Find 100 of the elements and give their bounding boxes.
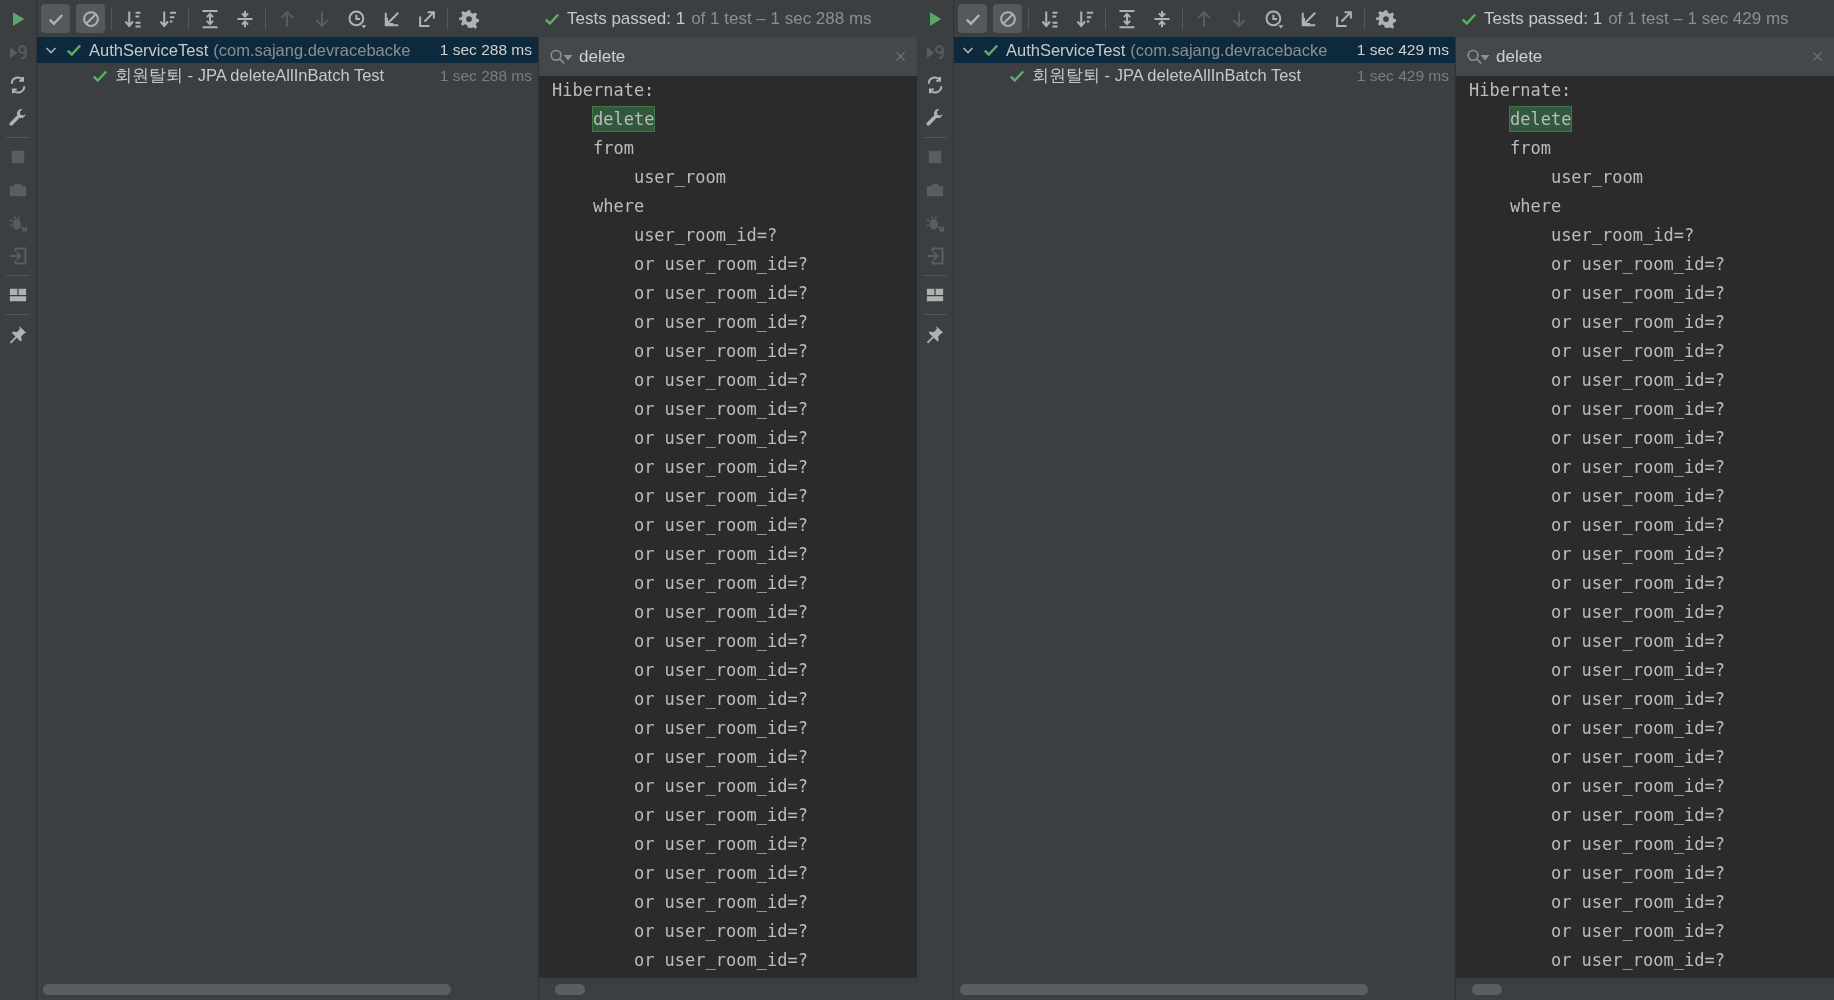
console-line: or user_room_id=? [633,747,808,767]
console-line: or user_room_id=? [633,950,808,970]
clock-icon [346,8,367,29]
console-line: or user_room_id=? [633,863,808,883]
console-line: where [592,196,645,216]
console-line: or user_room_id=? [633,602,808,622]
console-line: from [1509,138,1551,158]
console-line: or user_room_id=? [633,341,808,361]
search-field[interactable]: delete [579,46,888,67]
export-icon [416,8,437,29]
close-icon[interactable] [894,50,907,63]
console-line: or user_room_id=? [633,660,808,680]
status-text: Tests passed: 1 [1484,8,1603,29]
console-line: or user_room_id=? [1550,312,1725,332]
console-line: or user_room_id=? [1550,283,1725,303]
console-line: or user_room_id=? [633,399,808,419]
test-name: 회원탈퇴 - JPA deleteAllInBatch Test [115,65,385,86]
toolbar-button[interactable] [958,4,987,33]
console-line: or user_room_id=? [1550,805,1725,825]
console-line: or user_room_id=? [633,718,808,738]
console-line: user_room [1550,167,1643,187]
settings-icon [458,8,479,29]
console-line: or user_room_id=? [1550,602,1725,622]
pin-icon[interactable] [8,324,28,344]
console-line: or user_room_id=? [1550,921,1725,941]
console-line: or user_room_id=? [1550,341,1725,361]
console-line: or user_room_id=? [633,370,808,390]
console-line: Hibernate: [552,80,655,100]
search-icon[interactable] [549,47,573,66]
refresh-icon[interactable] [925,75,945,95]
wrench-icon[interactable] [8,108,28,128]
console-line: or user_room_id=? [633,776,808,796]
test-name: AuthServiceTest [89,40,209,60]
console-line: or user_room_id=? [1550,544,1725,564]
console-line: user_room_id=? [633,225,778,245]
console-line: from [592,138,634,158]
test-duration: 1 sec 288 ms [439,41,532,59]
test-duration: 1 sec 429 ms [1356,67,1449,85]
console-line: or user_room_id=? [1550,689,1725,709]
export-icon [1333,8,1354,29]
console-line: or user_room_id=? [633,544,808,564]
settings-icon [1375,8,1396,29]
console-line: or user_room_id=? [1550,834,1725,854]
console-line: Hibernate: [1469,80,1572,100]
search-bar[interactable]: delete [1456,37,1834,76]
tree-row[interactable]: 회원탈퇴 - JPA deleteAllInBatch Test 1 sec 288 ms [37,63,538,89]
refresh-icon[interactable] [8,75,28,95]
console-line: or user_room_id=? [1550,660,1725,680]
console-line: or user_room_id=? [1550,892,1725,912]
status-detail: of 1 test – 1 sec 429 ms [1608,8,1789,29]
console-line: or user_room_id=? [1550,863,1725,883]
toolbar-button[interactable] [993,4,1022,33]
console-line: or user_room_id=? [633,428,808,448]
console-line: or user_room_id=? [633,834,808,854]
tree-row[interactable]: AuthServiceTest (com.sajang.devracebacke 1 sec 288 ms [37,37,538,63]
test-name: AuthServiceTest [1006,40,1126,60]
search-icon[interactable] [1466,47,1490,66]
console-line: or user_room_id=? [1550,399,1725,419]
tree-row[interactable]: 회원탈퇴 - JPA deleteAllInBatch Test 1 sec 429 ms [954,63,1455,89]
console-line: where [1509,196,1562,216]
console-line: or user_room_id=? [1550,457,1725,477]
prohibited-icon [80,8,101,29]
console-line: or user_room_id=? [633,921,808,941]
scrollbar[interactable] [43,983,451,995]
test-duration: 1 sec 288 ms [439,67,532,85]
console-line: or user_room_id=? [633,283,808,303]
toolbar-button[interactable] [41,4,70,33]
console-line: or user_room_id=? [633,631,808,651]
console-line: or user_room_id=? [633,312,808,332]
scrollbar[interactable] [555,983,585,995]
search-bar[interactable]: delete [539,37,917,76]
test-duration: 1 sec 429 ms [1356,41,1449,59]
console-line: or user_room_id=? [1550,370,1725,390]
console-line: or user_room_id=? [633,515,808,535]
console-line: or user_room_id=? [633,689,808,709]
console-line: or user_room_id=? [1550,486,1725,506]
console-line: or user_room_id=? [633,573,808,593]
console-line: or user_room_id=? [1550,631,1725,651]
scrollbar[interactable] [960,983,1368,995]
scrollbar[interactable] [1472,983,1502,995]
console-line: or user_room_id=? [633,805,808,825]
console-line: or user_room_id=? [1550,515,1725,535]
package-name: (com.sajang.devracebacke [213,40,411,60]
tree-row[interactable]: AuthServiceTest (com.sajang.devracebacke 1 sec 429 ms [954,37,1455,63]
console-line: or user_room_id=? [1550,254,1725,274]
search-field[interactable]: delete [1496,46,1805,67]
clock-icon [1263,8,1284,29]
console-line: or user_room_id=? [633,254,808,274]
test-name: 회원탈퇴 - JPA deleteAllInBatch Test [1032,65,1302,86]
wrench-icon[interactable] [925,108,945,128]
toolbar-button[interactable] [76,4,105,33]
close-icon[interactable] [1811,50,1824,63]
status-text: Tests passed: 1 [567,8,686,29]
console-line: user_room [633,167,726,187]
console-line: or user_room_id=? [1550,428,1725,448]
prohibited-icon [997,8,1018,29]
console-line: or user_room_id=? [1550,776,1725,796]
console-line: or user_room_id=? [633,486,808,506]
console-line: user_room_id=? [1550,225,1695,245]
pin-icon[interactable] [925,324,945,344]
